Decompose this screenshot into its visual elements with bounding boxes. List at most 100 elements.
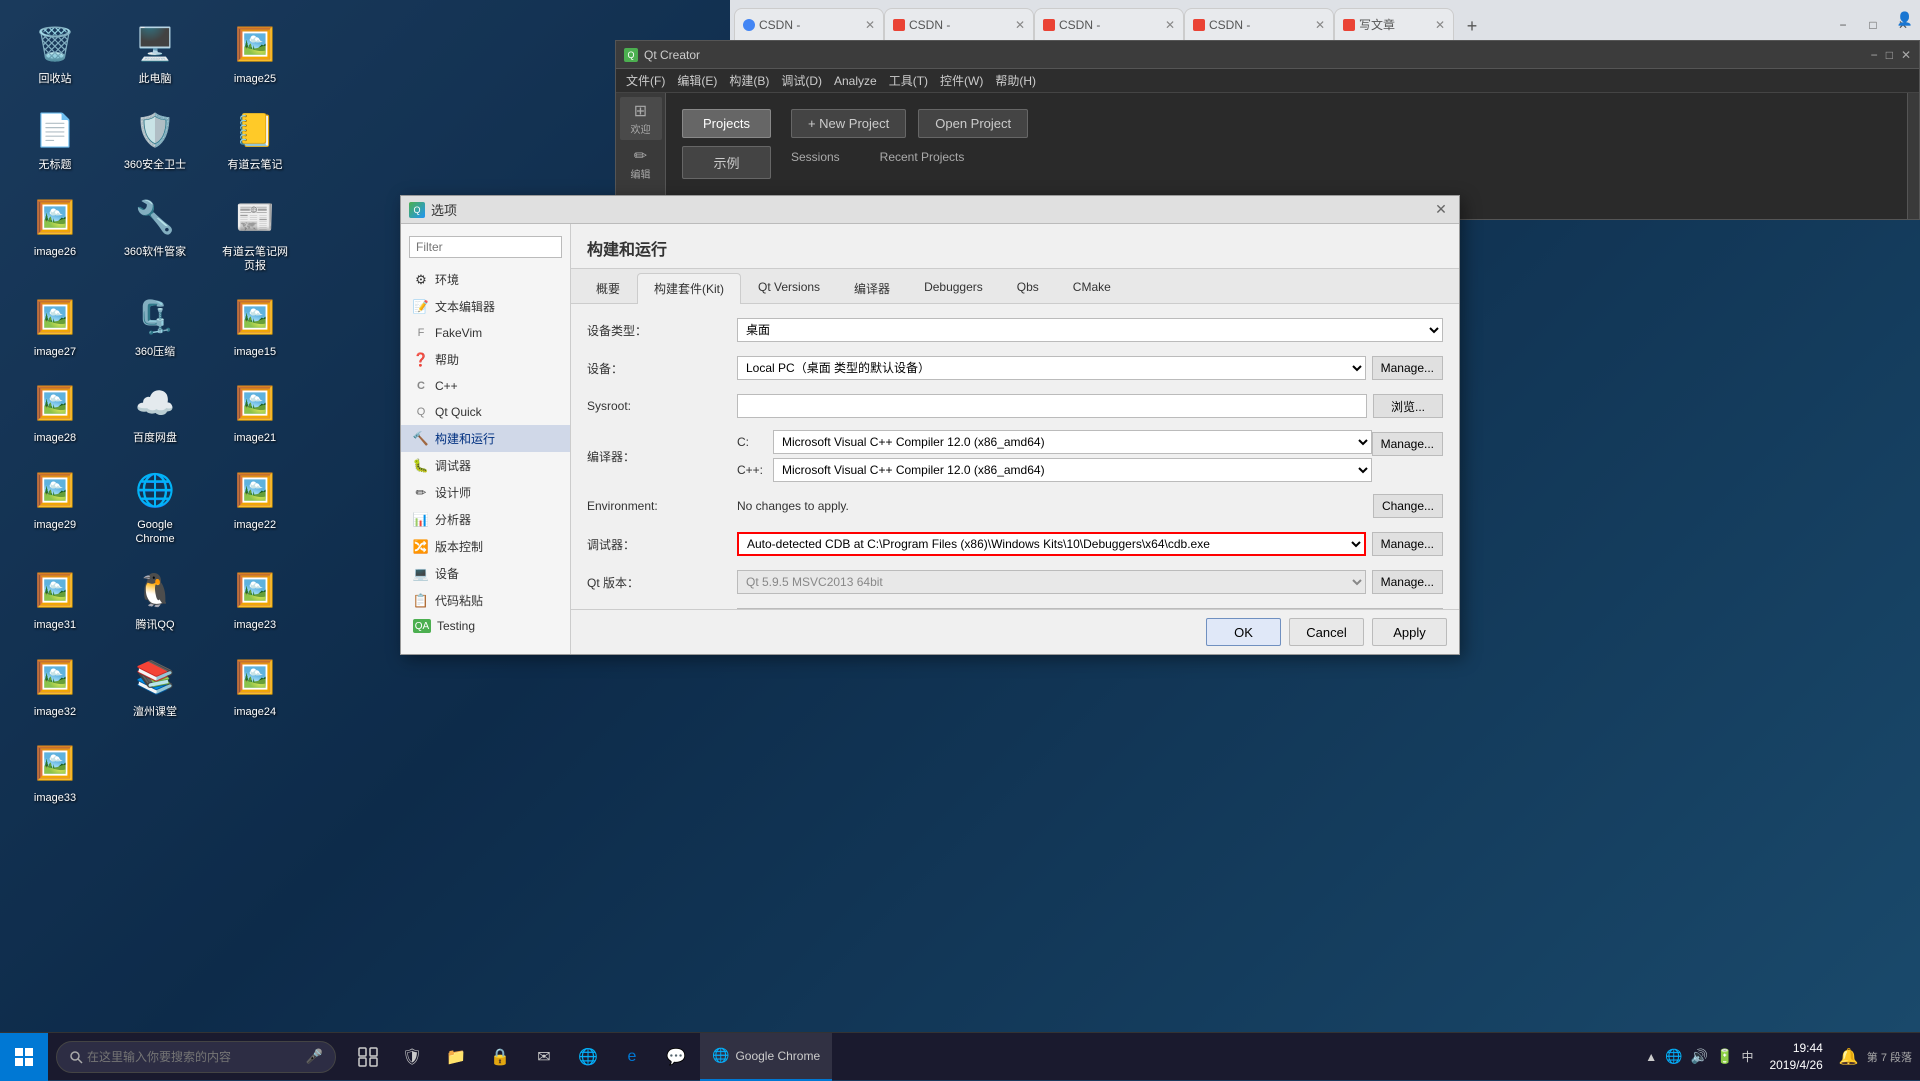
menu-build[interactable]: 构建(B) bbox=[723, 70, 775, 91]
device-type-select[interactable]: 桌面 bbox=[737, 318, 1443, 342]
chrome-user-icon[interactable]: 👤 bbox=[1890, 0, 1920, 38]
qt-examples-tab[interactable]: 示例 bbox=[682, 146, 771, 179]
desktop-icon-recycle[interactable]: 🗑️ 回收站 bbox=[20, 20, 90, 86]
tab5-close-icon[interactable]: ✕ bbox=[1435, 18, 1445, 32]
tray-notification-btn[interactable]: 🔔 bbox=[1839, 1047, 1859, 1067]
taskbar-start-btn[interactable] bbox=[0, 1033, 48, 1081]
menu-file[interactable]: 文件(F) bbox=[620, 70, 671, 91]
taskbar-mail-btn[interactable]: ✉ bbox=[524, 1033, 564, 1081]
desktop-icon-image24[interactable]: 🖼️ image24 bbox=[220, 653, 290, 719]
sidebar-item-texteditor[interactable]: 📝 文本编辑器 bbox=[401, 293, 570, 320]
qt-new-project-btn[interactable]: + New Project bbox=[791, 109, 906, 138]
desktop-icon-baidu[interactable]: ☁️ 百度网盘 bbox=[120, 379, 190, 445]
desktop-icon-image33[interactable]: 🖼️ image33 bbox=[20, 739, 90, 805]
desktop-icon-youdao[interactable]: 📒 有道云笔记 bbox=[220, 106, 290, 172]
taskbar-wechat-btn[interactable]: 💬 bbox=[656, 1033, 696, 1081]
qt-version-manage-btn[interactable]: Manage... bbox=[1372, 570, 1443, 594]
desktop-icon-image25[interactable]: 🖼️ image25 bbox=[220, 20, 290, 86]
sidebar-item-build-run[interactable]: 🔨 构建和运行 bbox=[401, 425, 570, 452]
chrome-tab-4[interactable]: CSDN - ✕ bbox=[1184, 8, 1334, 40]
compiler-cpp-select[interactable]: Microsoft Visual C++ Compiler 12.0 (x86_… bbox=[773, 458, 1372, 482]
taskbar-app-chrome[interactable]: 🌐 Google Chrome bbox=[700, 1033, 832, 1081]
desktop-icon-youdaoweb[interactable]: 📰 有道云笔记网页报 bbox=[220, 193, 290, 274]
sidebar-item-cpp[interactable]: C C++ bbox=[401, 373, 570, 399]
chrome-tab-1[interactable]: CSDN - ✕ bbox=[734, 8, 884, 40]
desktop-icon-qq[interactable]: 🐧 腾讯QQ bbox=[120, 566, 190, 632]
sidebar-item-vcs[interactable]: 🔀 版本控制 bbox=[401, 533, 570, 560]
compiler-c-select[interactable]: Microsoft Visual C++ Compiler 12.0 (x86_… bbox=[773, 430, 1372, 454]
sidebar-item-help[interactable]: ❓ 帮助 bbox=[401, 346, 570, 373]
desktop-icon-360manager[interactable]: 🔧 360软件管家 bbox=[120, 193, 190, 274]
ok-button[interactable]: OK bbox=[1206, 618, 1281, 646]
qt-welcome-btn[interactable]: ⊞ 欢迎 bbox=[620, 97, 662, 140]
chrome-maximize-btn[interactable]: □ bbox=[1860, 14, 1886, 36]
tab-summary[interactable]: 概要 bbox=[579, 273, 637, 303]
tab2-close-icon[interactable]: ✕ bbox=[1015, 18, 1025, 32]
tab-kit[interactable]: 构建套件(Kit) bbox=[637, 273, 741, 304]
desktop-icon-image23[interactable]: 🖼️ image23 bbox=[220, 566, 290, 632]
qt-edit-btn[interactable]: ✏ 编辑 bbox=[620, 142, 662, 185]
qt-open-project-btn[interactable]: Open Project bbox=[918, 109, 1028, 138]
desktop-icon-zhou[interactable]: 📚 澶州课堂 bbox=[120, 653, 190, 719]
taskbar-chrome-btn[interactable]: 🌐 bbox=[568, 1033, 608, 1081]
desktop-icon-360security[interactable]: 🛡️ 360安全卫士 bbox=[120, 106, 190, 172]
qt-scrollbar[interactable] bbox=[1907, 93, 1919, 219]
tab-compilers[interactable]: 编译器 bbox=[837, 273, 907, 303]
taskbar-files-btn[interactable]: 📁 bbox=[436, 1033, 476, 1081]
taskbar-search-box[interactable]: 🎤 bbox=[56, 1041, 336, 1073]
tab-qt-versions[interactable]: Qt Versions bbox=[741, 273, 837, 303]
desktop-icon-image31[interactable]: 🖼️ image31 bbox=[20, 566, 90, 632]
desktop-icon-image26[interactable]: 🖼️ image26 bbox=[20, 193, 90, 274]
desktop-icon-image32[interactable]: 🖼️ image32 bbox=[20, 653, 90, 719]
desktop-icon-image29[interactable]: 🖼️ image29 bbox=[20, 466, 90, 547]
sidebar-item-testing[interactable]: QA Testing bbox=[401, 614, 570, 638]
desktop-icon-image22[interactable]: 🖼️ image22 bbox=[220, 466, 290, 547]
desktop-icon-computer[interactable]: 🖥️ 此电脑 bbox=[120, 20, 190, 86]
sidebar-item-codepaste[interactable]: 📋 代码粘贴 bbox=[401, 587, 570, 614]
sysroot-input[interactable] bbox=[737, 394, 1367, 418]
tab4-close-icon[interactable]: ✕ bbox=[1315, 18, 1325, 32]
cancel-button[interactable]: Cancel bbox=[1289, 618, 1364, 646]
tray-up-arrow[interactable]: ▲ bbox=[1645, 1050, 1657, 1064]
qt-minimize-btn[interactable]: − bbox=[1871, 48, 1878, 62]
environment-change-btn[interactable]: Change... bbox=[1373, 494, 1443, 518]
qt-close-btn[interactable]: ✕ bbox=[1901, 48, 1911, 62]
taskbar-360-btn[interactable]: 🛡 bbox=[392, 1033, 432, 1081]
device-select[interactable]: Local PC（桌面 类型的默认设备） bbox=[737, 356, 1366, 380]
menu-widgets[interactable]: 控件(W) bbox=[934, 70, 989, 91]
tab-qbs[interactable]: Qbs bbox=[1000, 273, 1056, 303]
desktop-icon-zip360[interactable]: 🗜️ 360压缩 bbox=[120, 293, 190, 359]
taskbar-edge-btn[interactable]: e bbox=[612, 1033, 652, 1081]
tab1-close-icon[interactable]: ✕ bbox=[865, 18, 875, 32]
tab-debuggers[interactable]: Debuggers bbox=[907, 273, 1000, 303]
tab3-close-icon[interactable]: ✕ bbox=[1165, 18, 1175, 32]
sidebar-item-debugger[interactable]: 🐛 调试器 bbox=[401, 452, 570, 479]
options-filter-input[interactable] bbox=[409, 236, 562, 258]
desktop-icon-blank[interactable]: 📄 无标题 bbox=[20, 106, 90, 172]
apply-button[interactable]: Apply bbox=[1372, 618, 1447, 646]
qt-maximize-btn[interactable]: □ bbox=[1886, 48, 1893, 62]
taskbar-lock-btn[interactable]: 🔒 bbox=[480, 1033, 520, 1081]
qt-version-select[interactable]: Qt 5.9.5 MSVC2013 64bit bbox=[737, 570, 1366, 594]
qt-projects-tab[interactable]: Projects bbox=[682, 109, 771, 138]
taskbar-view-btn[interactable] bbox=[348, 1033, 388, 1081]
debugger-select[interactable]: Auto-detected CDB at C:\Program Files (x… bbox=[737, 532, 1366, 556]
tab-cmake[interactable]: CMake bbox=[1056, 273, 1128, 303]
menu-edit[interactable]: 编辑(E) bbox=[671, 70, 723, 91]
chrome-tab-3[interactable]: CSDN - ✕ bbox=[1034, 8, 1184, 40]
sidebar-item-qtquick[interactable]: Q Qt Quick bbox=[401, 399, 570, 425]
desktop-icon-image27[interactable]: 🖼️ image27 bbox=[20, 293, 90, 359]
menu-debug[interactable]: 调试(D) bbox=[775, 70, 828, 91]
sidebar-item-devices[interactable]: 💻 设备 bbox=[401, 560, 570, 587]
taskbar-clock[interactable]: 19:44 2019/4/26 bbox=[1761, 1040, 1830, 1074]
chrome-minimize-btn[interactable]: − bbox=[1830, 14, 1856, 36]
chrome-tab-2[interactable]: CSDN - ✕ bbox=[884, 8, 1034, 40]
sidebar-item-analyzer[interactable]: 📊 分析器 bbox=[401, 506, 570, 533]
sidebar-item-designer[interactable]: ✏ 设计师 bbox=[401, 479, 570, 506]
sysroot-browse-btn[interactable]: 浏览... bbox=[1373, 394, 1443, 418]
desktop-icon-chrome[interactable]: 🌐 Google Chrome bbox=[120, 466, 190, 547]
taskbar-search-input[interactable] bbox=[87, 1050, 287, 1064]
menu-analyze[interactable]: Analyze bbox=[828, 72, 883, 90]
chrome-tab-5[interactable]: 写文章 ✕ bbox=[1334, 8, 1454, 40]
device-manage-btn[interactable]: Manage... bbox=[1372, 356, 1443, 380]
